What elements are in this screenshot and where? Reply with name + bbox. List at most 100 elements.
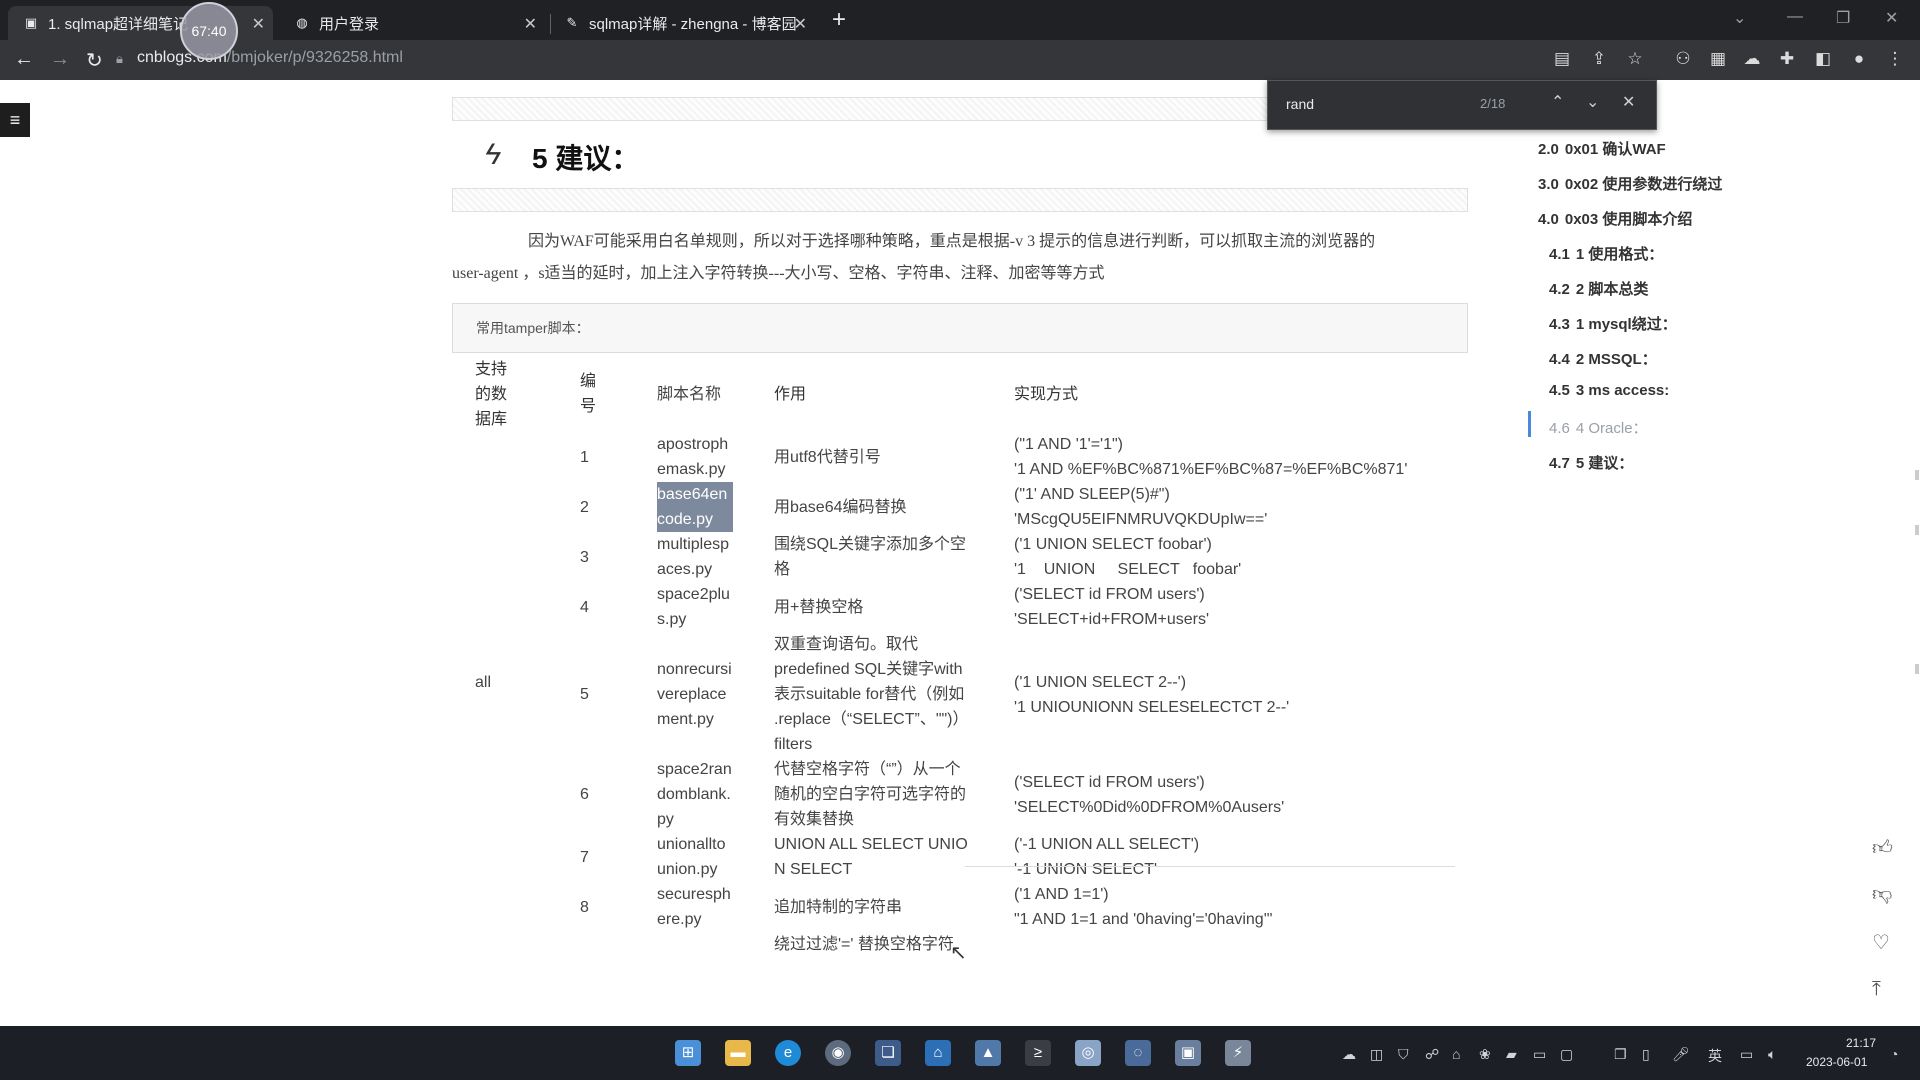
tray-icon[interactable]: ❀	[1479, 1046, 1491, 1063]
recording-timer: 67:40	[180, 2, 238, 60]
toc-item-active[interactable]: 4.6 4 Oracle：	[1549, 417, 1648, 438]
effect-cell: 双重查询语句。取代predefined SQL关键字with表示suitable…	[774, 636, 969, 753]
toc-item[interactable]: 4.2 2 脚本总类	[1549, 278, 1648, 299]
blog-icon: ▣	[24, 15, 38, 30]
network-icon[interactable]: ▭	[1740, 1046, 1753, 1063]
app-icon[interactable]: ▲	[975, 1040, 1001, 1066]
start-icon[interactable]: ⊞	[675, 1040, 701, 1066]
table-row: all 1 apostrophemask.py 用utf8代替引号 ("1 AN…	[452, 432, 1484, 691]
toc-item[interactable]: 4.5 3 ms access:	[1549, 382, 1669, 399]
impl-cell: ('SELECT id FROM users') 'SELECT+id+FROM+…	[1014, 586, 1210, 628]
effect-cell: 围绕SQL关键字添加多个空格	[774, 536, 967, 578]
extension-icon[interactable]: ☁	[1741, 48, 1763, 70]
thumbs-up-icon[interactable]: 👍︎	[1872, 836, 1893, 860]
battery-icon[interactable]: ▯	[1642, 1046, 1650, 1063]
tray-icon[interactable]: ▢	[1560, 1046, 1573, 1063]
tray-icon[interactable]: ▰	[1506, 1046, 1517, 1063]
paragraph-line: 因为WAF可能采用白名单规则，所以对于选择哪种策略，重点是根据-v 3 提示的信…	[528, 233, 1376, 250]
code-block: 常用tamper脚本：	[452, 303, 1468, 353]
find-close-icon[interactable]: ✕	[1622, 92, 1635, 112]
share-icon[interactable]: ⇪	[1588, 48, 1610, 70]
db-cell: all	[475, 673, 492, 691]
effect-cell: 追加特制的字符串	[774, 898, 903, 916]
extension-icon[interactable]: ⚇	[1672, 48, 1694, 70]
impl-cell: ('1 UNION SELECT 2--') '1 UNIOUNIONN SELE…	[1014, 673, 1290, 716]
script-cell: base64encode.py	[645, 482, 772, 532]
mic-icon[interactable]: 🎤︎	[1672, 1046, 1690, 1063]
find-prev-icon[interactable]: ⌃	[1551, 92, 1564, 112]
ime-indicator[interactable]: 英	[1708, 1046, 1722, 1066]
tray-icon[interactable]: ☁	[1342, 1046, 1356, 1063]
chrome-icon[interactable]: ◉	[825, 1040, 851, 1066]
puzzle-icon[interactable]: ✚	[1776, 48, 1798, 70]
tab-title: 1. sqlmap超详细笔记	[48, 15, 189, 33]
restore-icon[interactable]: ❐	[1836, 8, 1850, 28]
clock-time[interactable]: 21:17	[1846, 1036, 1876, 1050]
num-cell: 7	[580, 848, 589, 866]
tray-icon[interactable]: ◫	[1370, 1046, 1383, 1063]
reload-icon[interactable]: ↻	[86, 48, 103, 73]
tab-sqlmap-explain[interactable]: ✎ sqlmap详解 - zhengna - 博客园 ✕	[555, 6, 815, 40]
profile-icon[interactable]: ●	[1848, 48, 1870, 70]
thumbs-down-icon[interactable]: 👎︎	[1872, 882, 1892, 906]
app-icon[interactable]: ❏	[875, 1040, 901, 1066]
extension-icon[interactable]: ▦	[1707, 48, 1729, 70]
app-icon[interactable]: ◌	[1125, 1040, 1151, 1066]
toc-item[interactable]: 4.3 1 mysql绕过：	[1549, 313, 1677, 334]
impl-cell: ('1 UNION SELECT foobar') '1 UNION SELECT…	[1014, 536, 1242, 578]
app-icon[interactable]: ▣	[1175, 1040, 1201, 1066]
volume-icon[interactable]: 🔈︎	[1768, 1046, 1776, 1063]
tray-icon[interactable]: ▭	[1533, 1046, 1546, 1063]
num-cell: 1	[580, 448, 589, 466]
script-cell: apostrophemask.py	[657, 436, 729, 478]
hamburger-menu-icon[interactable]: ≡	[0, 103, 30, 137]
table-row: 3 multiplespaces.py 围绕SQL关键字添加多个空格 ('1 U…	[452, 532, 1484, 582]
menu-dots-icon[interactable]: ⋮	[1884, 48, 1906, 70]
window-close-icon[interactable]: ✕	[1885, 8, 1898, 28]
back-to-top-icon[interactable]: ⤒	[1872, 978, 1881, 1001]
tab-search-icon[interactable]: ⌄	[1733, 8, 1746, 28]
tray-icon[interactable]: ⌂	[1452, 1046, 1460, 1062]
app-icon[interactable]: ⌂	[925, 1040, 951, 1066]
paragraph-line: user-agent ，s适当的延时，加上注入字符转换---大小写、空格、字符串…	[452, 265, 1105, 282]
terminal-icon[interactable]: ≥	[1025, 1040, 1051, 1066]
file-explorer-icon[interactable]: ▬	[725, 1040, 751, 1066]
bookmark-star-icon[interactable]: ☆	[1624, 48, 1646, 70]
scrollbar-mark	[1915, 664, 1919, 674]
minimize-icon[interactable]: —	[1787, 8, 1803, 26]
edge-icon[interactable]: e	[775, 1040, 801, 1066]
sidepanel-icon[interactable]: ◧	[1812, 48, 1834, 70]
toc-item[interactable]: 3.0 0x02 使用参数进行绕过	[1538, 173, 1722, 194]
new-tab-button[interactable]: +	[832, 6, 846, 34]
app-icon[interactable]: ⚡	[1225, 1040, 1251, 1066]
clock-date[interactable]: 2023-06-01	[1806, 1055, 1867, 1069]
notification-icon[interactable]: ◔	[1890, 1046, 1898, 1062]
table-row: 4 space2plus.py 用+替换空格 ('SELECT id FROM …	[452, 582, 1484, 632]
toc-item[interactable]: 4.7 5 建议：	[1549, 452, 1633, 473]
close-icon[interactable]: ✕	[524, 14, 537, 34]
column-header: 实现方式	[1014, 385, 1079, 403]
back-icon[interactable]: ←	[14, 48, 34, 71]
tray-icon[interactable]: ❐	[1614, 1046, 1627, 1063]
table-row: 6 space2randomblank.py 代替空格字符（“”）从一个随机的空…	[452, 757, 1484, 832]
url-field[interactable]: cnblogs.com/bmjoker/p/9326258.html	[137, 49, 403, 67]
shield-icon[interactable]: ⛉	[1398, 1046, 1409, 1063]
close-icon[interactable]: ✕	[794, 14, 807, 34]
forward-icon[interactable]: →	[50, 48, 70, 71]
find-next-icon[interactable]: ⌄	[1586, 92, 1599, 112]
impl-cell: ('1 AND 1=1') "1 AND 1=1 and '0having'='0…	[1014, 886, 1273, 928]
lock-icon[interactable]: 🔒︎	[116, 51, 123, 67]
scrollbar-mark	[1915, 525, 1919, 535]
toc-item[interactable]: 2.0 0x01 确认WAF	[1538, 138, 1666, 159]
find-input[interactable]: rand	[1286, 96, 1314, 112]
close-icon[interactable]: ✕	[252, 14, 265, 34]
toc-item[interactable]: 4.0 0x03 使用脚本介绍	[1538, 208, 1692, 229]
toc-item[interactable]: 4.4 2 MSSQL：	[1549, 348, 1657, 369]
tray-icon[interactable]: ☍	[1425, 1046, 1439, 1063]
toc-item[interactable]: 4.1 1 使用格式：	[1549, 243, 1663, 264]
heart-icon[interactable]: ♡	[1872, 930, 1890, 955]
app-icon[interactable]: ◎	[1075, 1040, 1101, 1066]
script-cell: space2plus.py	[657, 586, 730, 628]
reader-icon[interactable]: ▤	[1551, 48, 1573, 70]
tab-user-login[interactable]: ◍ 用户登录 ✕	[285, 6, 545, 40]
